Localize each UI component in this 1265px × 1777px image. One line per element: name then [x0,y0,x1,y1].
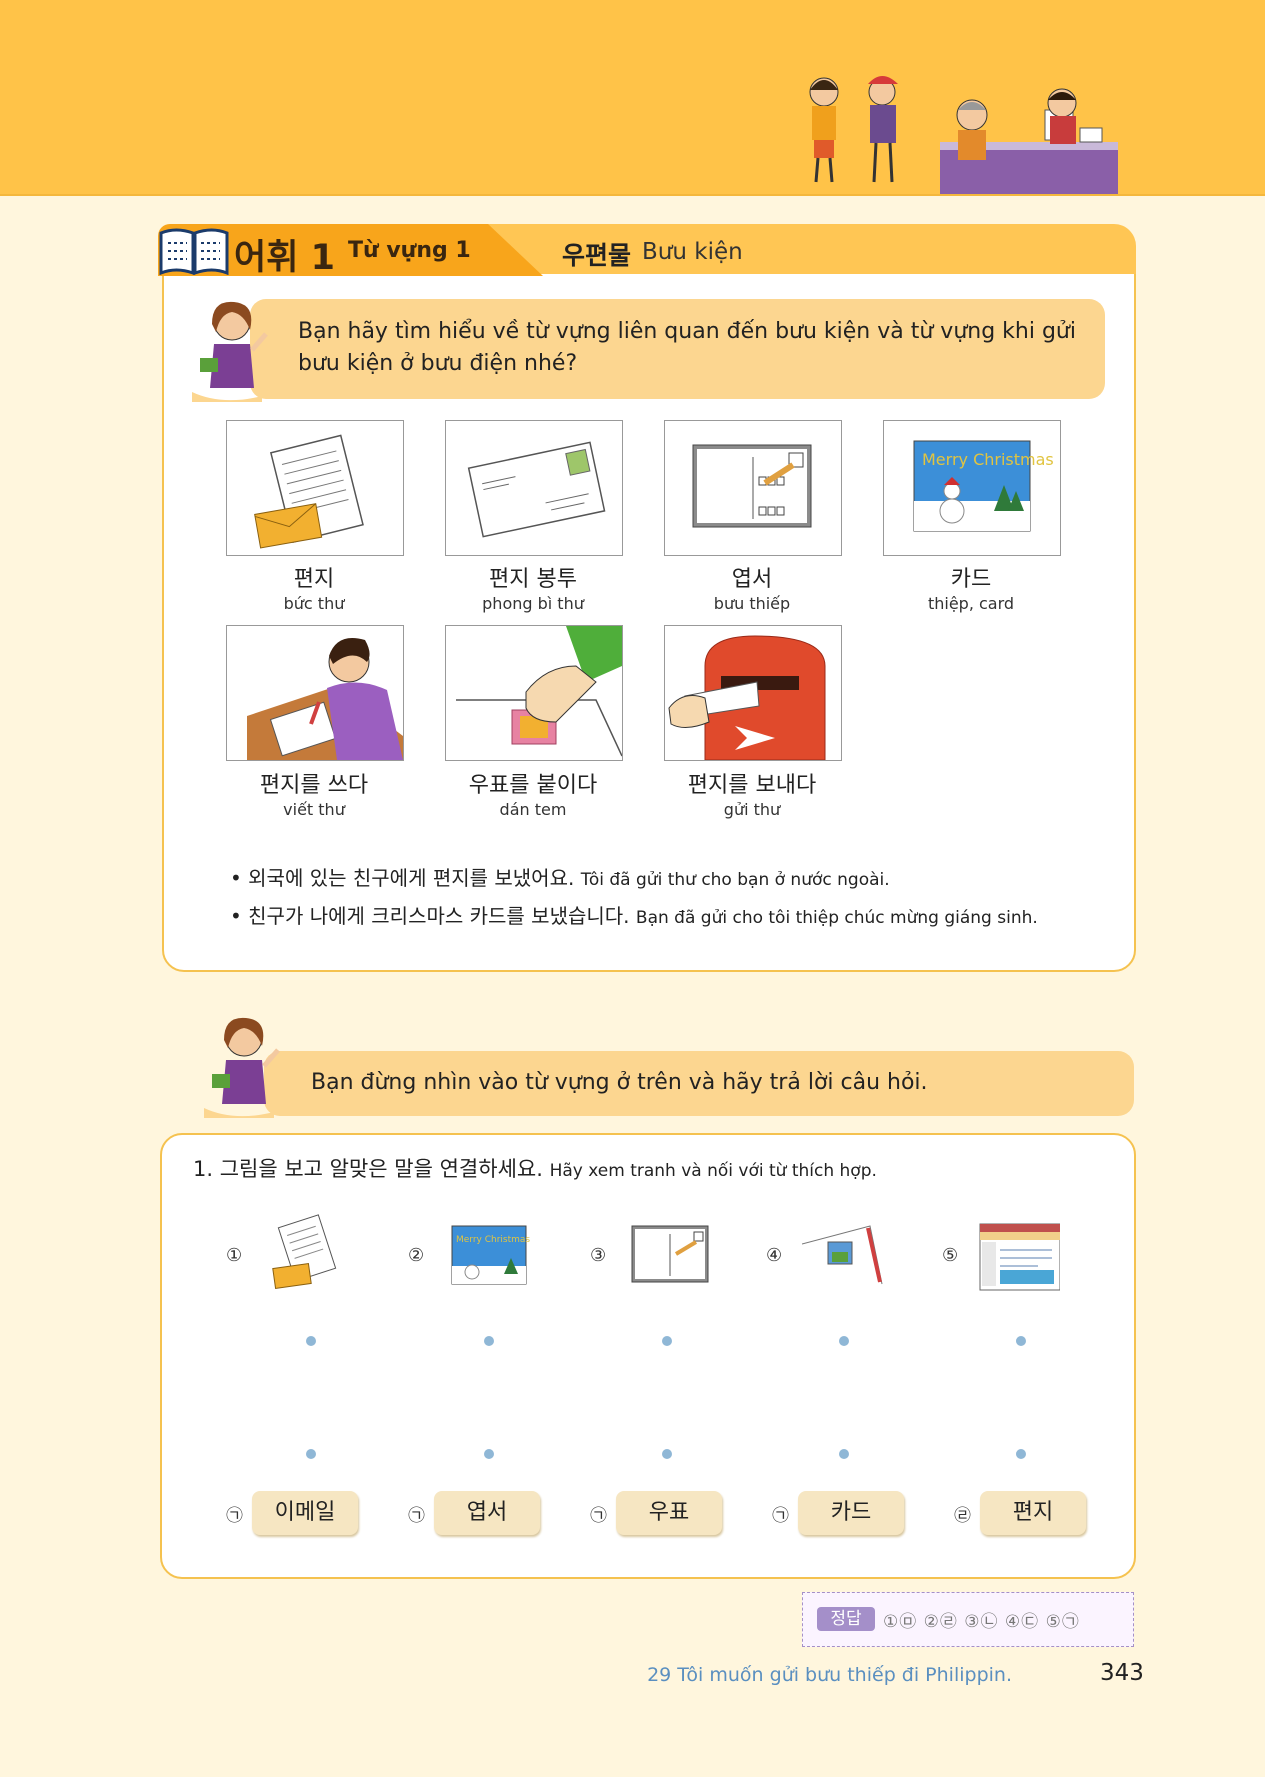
section-header: 어휘 1 Từ vựng 1 우편물 Bưu kiện [158,224,1136,278]
post-office-people-illustration [809,76,1118,194]
item-number: ① [226,1245,243,1266]
connect-dot[interactable] [306,1449,316,1459]
example-sentence: • 친구가 나에게 크리스마스 카드를 보냈습니다. Bạn đã gửi ch… [230,900,1038,929]
postcard-icon [692,444,812,528]
letter-icon [227,421,403,555]
vocab-card-postcard [664,420,842,556]
vocab-label: 카드 [950,567,992,592]
vocab-label: 우표를 붙이다 [468,773,598,798]
option-chip[interactable]: 카드 [798,1491,904,1535]
vocab-translation: phong bì thư [482,594,584,613]
connect-dot[interactable] [1016,1336,1026,1346]
topic-vietnamese: Bưu kiện [642,239,743,265]
option-chip[interactable]: 엽서 [434,1491,540,1535]
email-icon [979,1223,1060,1291]
answer-tag: 정답 [817,1607,875,1631]
example-vietnamese: Bạn đã gửi cho tôi thiệp chúc mừng giáng… [635,908,1038,928]
example-korean: • 외국에 있는 친구에게 편지를 보냈어요. [230,866,575,890]
intro-text: Bạn hãy tìm hiểu về từ vựng liên quan đế… [298,319,1076,376]
vocab-translation: dán tem [499,800,567,819]
connect-dot[interactable] [484,1449,494,1459]
exercise-question: 1. 그림을 보고 알맞은 말을 연결하세요. Hãy xem tranh và… [193,1153,877,1183]
item-number: ③ [590,1245,607,1266]
connect-dot[interactable] [839,1336,849,1346]
connect-dot[interactable] [662,1336,672,1346]
vocab-label: 편지 봉투 [489,567,577,592]
option-mark: ㉠ [226,1506,243,1526]
vocab-card-writing [226,625,404,761]
item-number: ② [408,1245,425,1266]
option-mark: ㉠ [772,1506,789,1526]
connect-dot[interactable] [1016,1449,1026,1459]
postcard-icon [631,1225,709,1283]
vocab-label: 엽서 [731,567,773,592]
vocab-translation: bưu thiếp [713,594,791,613]
christmas-card-icon: Merry Christmas [913,440,1054,532]
teacher-icon [192,301,268,402]
vocab-label: 편지를 쓰다 [259,773,369,798]
example-korean: • 친구가 나에게 크리스마스 카드를 보냈습니다. [230,904,630,928]
item-number: ⑤ [942,1245,959,1266]
stamp-icon [456,626,623,757]
section-subtitle: Từ vựng 1 [348,238,471,263]
vocab-label: 편지를 보내다 [687,773,817,798]
instruction-text: Bạn đừng nhìn vào từ vựng ở trên và hãy … [311,1070,928,1095]
vocab-card-letter [226,420,404,556]
vocab-card-christmas: Merry Christmas [883,420,1061,556]
mailbox-icon [668,635,826,761]
option-chip[interactable]: 이메일 [252,1491,358,1535]
vocab-translation: bức thư [283,594,345,613]
connect-dot[interactable] [306,1336,316,1346]
connect-dot[interactable] [484,1336,494,1346]
connect-dot[interactable] [662,1449,672,1459]
vocab-translation: viết thư [283,800,345,819]
vocab-card-stamp [445,625,623,761]
svg-text:Merry Christmas: Merry Christmas [922,450,1054,469]
vocab-translation: gửi thư [723,800,781,819]
christmas-card-icon: Merry Christmas [451,1225,530,1285]
section-title: 어휘 1 [234,238,335,278]
option-chip[interactable]: 편지 [980,1491,1086,1535]
page-number: 343 [1100,1660,1144,1686]
envelope-icon [467,441,606,538]
lesson-footer: 29 Tôi muốn gửi bưu thiếp đi Philippin. [647,1664,1012,1686]
option-mark: ㉠ [590,1506,607,1526]
letter-icon [272,1214,337,1289]
question-vietnamese: Hãy xem tranh và nối với từ thích hợp. [549,1161,877,1181]
option-mark: ㉠ [408,1506,425,1526]
connect-dot[interactable] [839,1449,849,1459]
vocab-translation: thiệp, card [927,594,1015,613]
question-korean: 1. 그림을 보고 알맞은 말을 연결하세요. [193,1157,543,1181]
book-icon [159,228,229,275]
option-mark: ㉣ [954,1506,971,1526]
stamp-icon [802,1225,883,1285]
option-chip[interactable]: 우표 [616,1491,722,1535]
vocab-card-envelope [445,420,623,556]
teacher-icon [204,1017,280,1118]
writing-letter-icon [247,638,403,760]
svg-text:Merry Christmas: Merry Christmas [456,1235,530,1245]
item-number: ④ [766,1245,783,1266]
vocab-card-mailbox [664,625,842,761]
vocab-label: 편지 [293,567,335,592]
example-sentence: • 외국에 있는 친구에게 편지를 보냈어요. Tôi đã gửi thư c… [230,862,890,891]
answer-key: 정답 ①㉤ ②㉣ ③㉡ ④㉢ ⑤㉠ [802,1592,1134,1647]
topic-korean: 우편물 [562,241,632,270]
answer-text: ①㉤ ②㉣ ③㉡ ④㉢ ⑤㉠ [883,1612,1080,1632]
example-vietnamese: Tôi đã gửi thư cho bạn ở nước ngoài. [580,870,890,890]
